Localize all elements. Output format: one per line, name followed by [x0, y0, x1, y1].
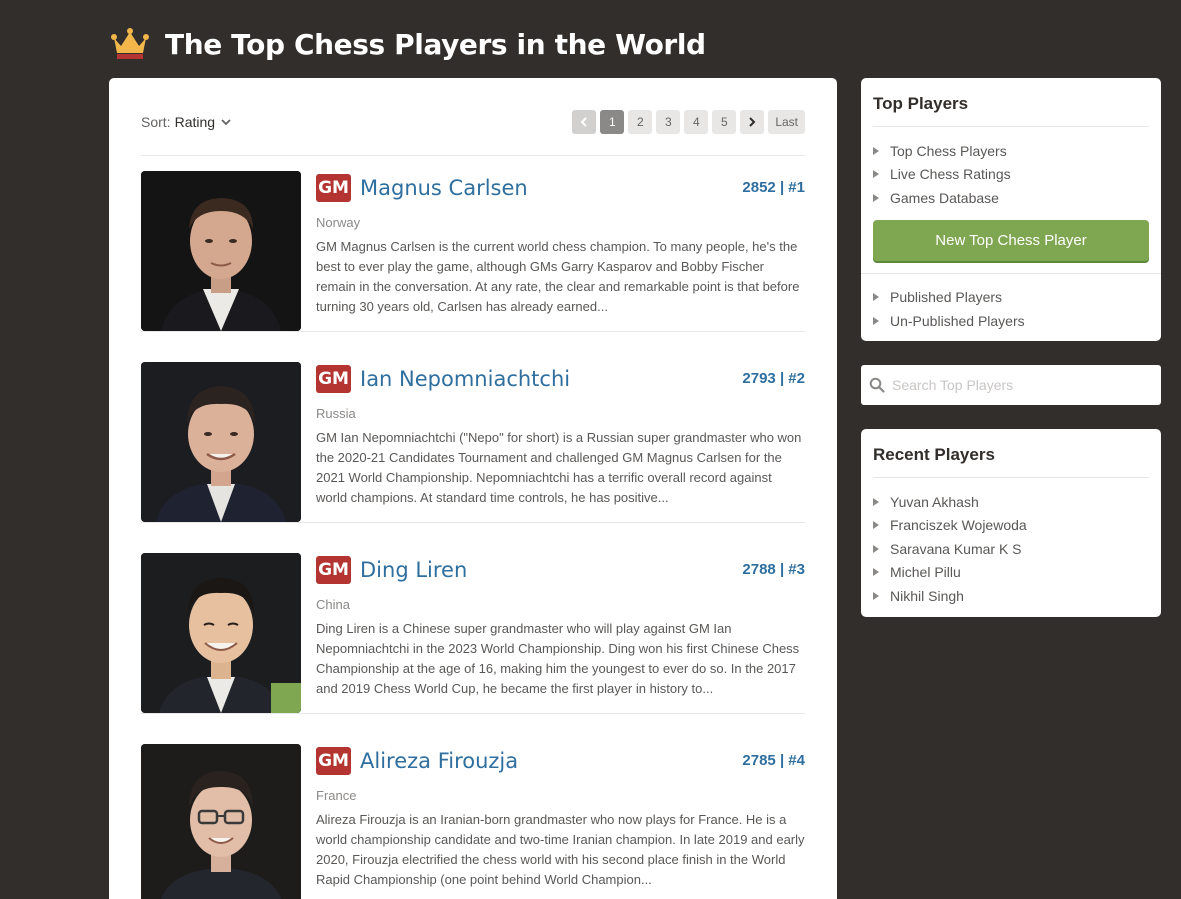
recent-player-link[interactable]: Saravana Kumar K S: [873, 537, 1149, 561]
player-rating: 2785 | #4: [742, 752, 805, 769]
page-button-2[interactable]: 2: [628, 110, 653, 134]
title-badge: GM: [316, 556, 351, 584]
caret-right-icon: [873, 193, 879, 202]
players-list-panel: Sort: Rating 1 2 3 4 5 Last GM Magnus Ca…: [109, 78, 837, 899]
player-rating: 2793 | #2: [742, 370, 805, 387]
page-button-3[interactable]: 3: [656, 110, 681, 134]
player-head: GM Magnus Carlsen 2852 | #1: [316, 174, 805, 202]
page-button-5[interactable]: 5: [712, 110, 737, 134]
player-row: GM Magnus Carlsen 2852 | #1 Norway GM Ma…: [141, 156, 805, 332]
recent-player-link[interactable]: Michel Pillu: [873, 561, 1149, 585]
player-info: GM Alireza Firouzja 2785 | #4 France Ali…: [316, 747, 805, 890]
link-label: Franciszek Wojewoda: [890, 517, 1027, 534]
player-info: GM Ian Nepomniachtchi 2793 | #2 Russia G…: [316, 365, 805, 508]
sidebar-link-published-players[interactable]: Published Players: [873, 286, 1149, 310]
top-players-card: Top Players Top Chess Players Live Chess…: [861, 78, 1161, 341]
player-name-link[interactable]: Magnus Carlsen: [360, 176, 528, 200]
player-country: France: [316, 788, 357, 803]
search-box: [861, 365, 1161, 405]
player-photo[interactable]: [141, 171, 301, 331]
player-photo[interactable]: [141, 362, 301, 522]
link-label: Games Database: [890, 189, 999, 206]
link-label: Nikhil Singh: [890, 587, 964, 604]
player-name-link[interactable]: Ding Liren: [360, 558, 467, 582]
player-name-link[interactable]: Alireza Firouzja: [360, 749, 518, 773]
player-rating: 2788 | #3: [742, 561, 805, 578]
player-row: GM Ian Nepomniachtchi 2793 | #2 Russia G…: [141, 347, 805, 523]
caret-right-icon: [873, 293, 879, 302]
player-country: China: [316, 597, 350, 612]
title-badge: GM: [316, 365, 351, 393]
player-bio: Alireza Firouzja is an Iranian-born gran…: [316, 812, 805, 887]
prev-page-button[interactable]: [572, 110, 597, 134]
caret-right-icon: [873, 497, 879, 506]
sort-value: Rating: [174, 114, 216, 130]
pagination: 1 2 3 4 5 Last: [568, 110, 805, 134]
next-page-button[interactable]: [740, 110, 765, 134]
player-bio: GM Ian Nepomniachtchi ("Nepo" for short)…: [316, 430, 802, 505]
player-name-link[interactable]: Ian Nepomniachtchi: [360, 367, 570, 391]
player-bio: Ding Liren is a Chinese super grandmaste…: [316, 621, 800, 696]
player-bio: GM Magnus Carlsen is the current world c…: [316, 239, 800, 314]
sidebar-link-top-chess-players[interactable]: Top Chess Players: [873, 139, 1149, 163]
player-photo[interactable]: [141, 553, 301, 713]
player-rating: 2852 | #1: [742, 179, 805, 196]
player-head: GM Ian Nepomniachtchi 2793 | #2: [316, 365, 805, 393]
link-label: Un-Published Players: [890, 312, 1025, 329]
page-header: The Top Chess Players in the World: [110, 24, 706, 64]
search-input[interactable]: [892, 377, 1142, 393]
chevron-down-icon: [221, 119, 231, 126]
recent-player-link[interactable]: Franciszek Wojewoda: [873, 514, 1149, 538]
page-button-4[interactable]: 4: [684, 110, 709, 134]
player-photo[interactable]: [141, 744, 301, 899]
caret-right-icon: [873, 568, 879, 577]
player-head: GM Ding Liren 2788 | #3: [316, 556, 805, 584]
player-row: GM Alireza Firouzja 2785 | #4 France Ali…: [141, 729, 805, 899]
sidebar-link-unpublished-players[interactable]: Un-Published Players: [873, 309, 1149, 333]
link-label: Top Chess Players: [890, 142, 1007, 159]
player-info: GM Ding Liren 2788 | #3 China Ding Liren…: [316, 556, 805, 699]
card-title: Recent Players: [873, 445, 995, 464]
player-head: GM Alireza Firouzja 2785 | #4: [316, 747, 805, 775]
recent-players-links: Yuvan Akhash Franciszek Wojewoda Saravan…: [861, 478, 1161, 608]
player-row: GM Ding Liren 2788 | #3 China Ding Liren…: [141, 538, 805, 714]
top-players-links: Top Chess Players Live Chess Ratings Gam…: [861, 127, 1161, 210]
caret-right-icon: [873, 521, 879, 530]
player-country: Norway: [316, 215, 361, 230]
title-badge: GM: [316, 174, 351, 202]
sort-label: Sort:: [141, 114, 171, 130]
caret-right-icon: [873, 146, 879, 155]
crown-icon: [111, 28, 149, 59]
sidebar-link-games-database[interactable]: Games Database: [873, 186, 1149, 210]
chevron-right-icon: [749, 117, 756, 127]
last-page-button[interactable]: Last: [768, 110, 805, 134]
recent-players-card: Recent Players Yuvan Akhash Franciszek W…: [861, 429, 1161, 617]
card-title: Top Players: [873, 94, 969, 113]
title-badge: GM: [316, 747, 351, 775]
link-label: Saravana Kumar K S: [890, 540, 1022, 557]
caret-right-icon: [873, 591, 879, 600]
sidebar-link-live-chess-ratings[interactable]: Live Chess Ratings: [873, 163, 1149, 187]
page-button-1[interactable]: 1: [600, 110, 625, 134]
list-toolbar: Sort: Rating 1 2 3 4 5 Last: [141, 110, 805, 134]
search-icon: [869, 377, 885, 393]
link-label: Yuvan Akhash: [890, 493, 979, 510]
publish-links: Published Players Un-Published Players: [861, 274, 1161, 333]
recent-player-link[interactable]: Nikhil Singh: [873, 584, 1149, 608]
link-label: Live Chess Ratings: [890, 166, 1011, 183]
player-country: Russia: [316, 406, 356, 421]
chevron-left-icon: [580, 117, 588, 127]
caret-right-icon: [873, 544, 879, 553]
page-title: The Top Chess Players in the World: [165, 27, 706, 61]
caret-right-icon: [873, 316, 879, 325]
player-info: GM Magnus Carlsen 2852 | #1 Norway GM Ma…: [316, 174, 805, 317]
link-label: Michel Pillu: [890, 564, 961, 581]
link-label: Published Players: [890, 289, 1003, 306]
new-top-chess-player-button[interactable]: New Top Chess Player: [873, 219, 1149, 261]
caret-right-icon: [873, 170, 879, 179]
recent-player-link[interactable]: Yuvan Akhash: [873, 490, 1149, 514]
sort-dropdown[interactable]: Sort: Rating: [141, 114, 231, 130]
